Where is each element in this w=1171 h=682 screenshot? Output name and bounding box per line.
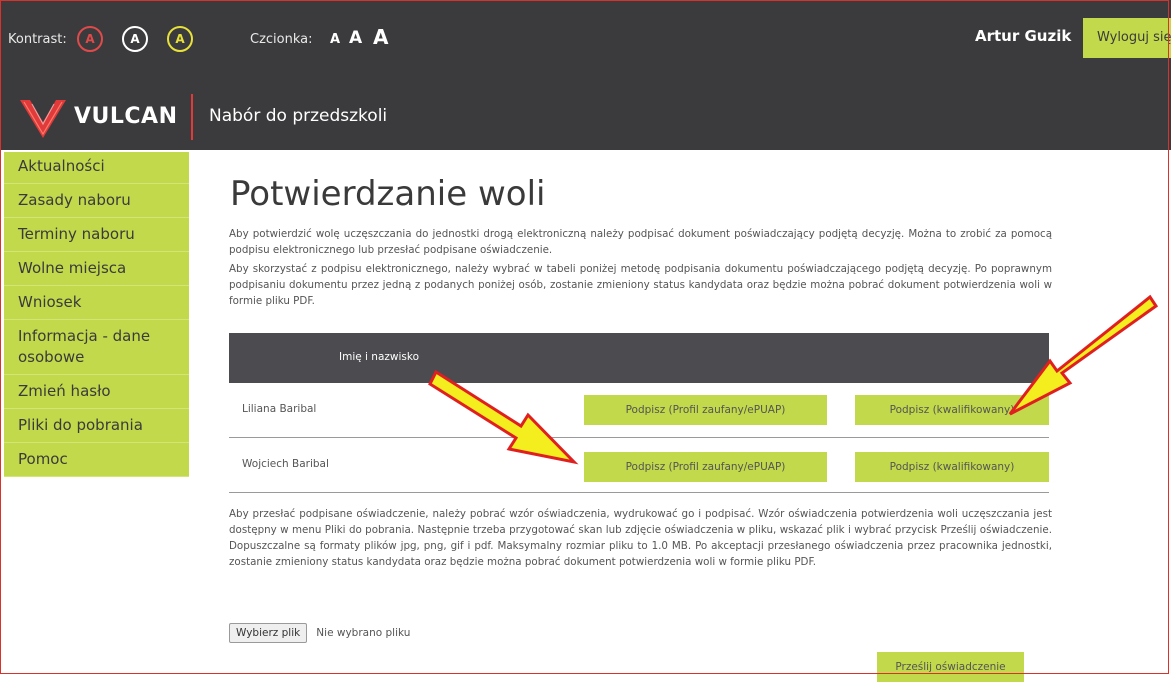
sidebar-item-aktualnosci[interactable]: Aktualności [4,152,189,184]
brand-name: VULCAN [74,104,178,129]
sidebar-item-pomoc[interactable]: Pomoc [4,443,189,477]
sidebar-item-wolne-miejsca[interactable]: Wolne miejsca [4,252,189,286]
table-row: Liliana Baribal Podpisz (Profil zaufany/… [229,383,1049,438]
logout-button[interactable]: Wyloguj się [1083,18,1171,58]
sidebar-item-informacja-dane-osobowe[interactable]: Informacja - dane osobowe [4,320,189,375]
choose-file-button[interactable]: Wybierz plik [229,623,308,643]
contrast-yellow-button[interactable]: A [167,26,193,52]
person-name: Wojciech Baribal [242,458,329,470]
sidebar-item-pliki-do-pobrania[interactable]: Pliki do pobrania [4,409,189,443]
sign-profile-button[interactable]: Podpisz (Profil zaufany/ePUAP) [584,452,827,482]
sidebar-item-wniosek[interactable]: Wniosek [4,286,189,320]
font-small-button[interactable]: A [330,32,340,47]
sign-profile-button[interactable]: Podpisz (Profil zaufany/ePUAP) [584,395,827,425]
contrast-white-button[interactable]: A [122,26,148,52]
logo-divider [191,94,193,140]
sidebar-item-terminy-naboru[interactable]: Terminy naboru [4,218,189,252]
vulcan-logo-icon [20,100,66,138]
font-large-button[interactable]: A [373,25,388,49]
instructions-text: Aby skorzystać z podpisu elektronicznego… [229,263,1052,307]
intro-text: Aby potwierdzić wolę uczęszczania do jed… [229,228,1052,256]
sidebar-item-zmien-haslo[interactable]: Zmień hasło [4,375,189,409]
person-name: Liliana Baribal [242,403,317,415]
contrast-default-button[interactable]: A [77,26,103,52]
table-header: Imię i nazwisko [229,333,1049,383]
user-name: Artur Guzik [975,27,1072,45]
sidebar-nav: Aktualności Zasady naboru Terminy naboru… [4,152,189,477]
app-title: Nabór do przedszkoli [209,106,388,126]
upload-info-text: Aby przesłać podpisane oświadczenie, nal… [229,508,1052,568]
brand-bar: VULCAN Nabór do przedszkoli [0,86,1171,150]
file-status: Nie wybrano pliku [316,627,411,639]
sign-qualified-button[interactable]: Podpisz (kwalifikowany) [855,452,1049,482]
top-bar: Kontrast: A A A Czcionka: A A A Artur Gu… [0,0,1171,86]
column-header-name: Imię i nazwisko [339,351,420,363]
table-row: Wojciech Baribal Podpisz (Profil zaufany… [229,438,1049,493]
submit-statement-button[interactable]: Prześlij oświadczenie [877,652,1024,682]
sign-qualified-button[interactable]: Podpisz (kwalifikowany) [855,395,1049,425]
page-title: Potwierdzanie woli [230,174,546,214]
sidebar-item-zasady-naboru[interactable]: Zasady naboru [4,184,189,218]
contrast-label: Kontrast: [8,32,67,47]
font-size-label: Czcionka: [250,32,313,47]
font-medium-button[interactable]: A [349,28,362,48]
file-picker: Wybierz plik Nie wybrano pliku [229,621,410,643]
